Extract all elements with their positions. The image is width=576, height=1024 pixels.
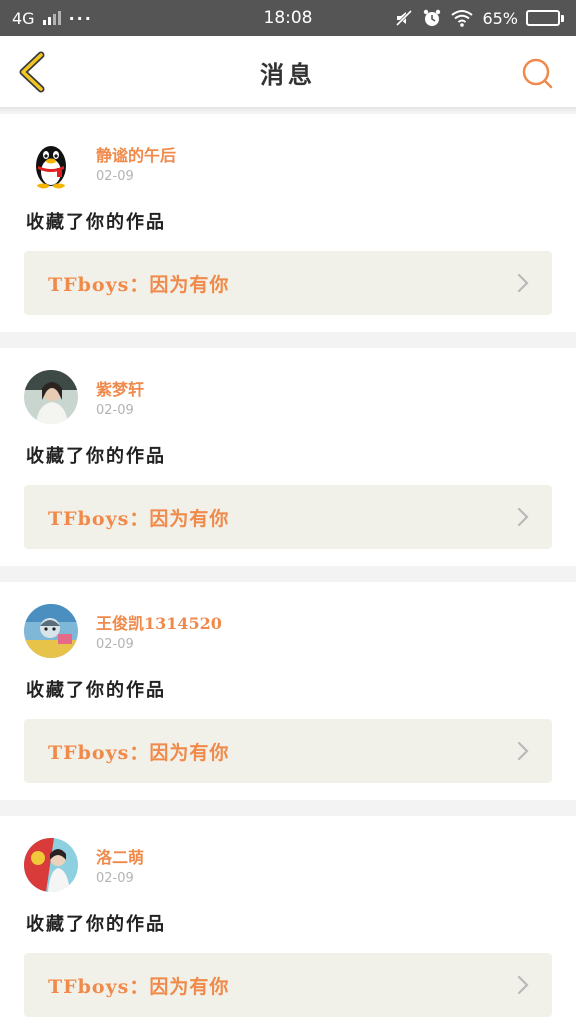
username[interactable]: 紫梦轩 [96,376,144,400]
chevron-right-icon [517,273,529,293]
chevron-right-icon [517,741,529,761]
photo-avatar[interactable] [24,838,78,892]
username[interactable]: 王俊凯1314520 [96,610,222,634]
status-bar-right: 65% [394,8,564,28]
message-date: 02-09 [96,403,134,418]
action-text: 收藏了你的作品 [26,680,166,701]
work-link[interactable]: TFboys：因为有你 [24,251,552,315]
photo-avatar[interactable] [24,370,78,424]
alarm-icon [424,9,441,26]
status-bar: 4G ··· 18:08 65% [0,0,576,36]
nav-bar: 消息 [0,36,576,108]
work-title: TFboys：因为有你 [48,741,230,764]
work-title: TFboys：因为有你 [48,975,230,998]
qq-penguin-avatar[interactable] [24,136,78,190]
battery-icon [526,10,564,26]
work-title: TFboys：因为有你 [48,273,230,296]
chevron-right-icon [517,975,529,995]
more-notifications-icon: ··· [68,8,93,28]
message-date: 02-09 [96,871,134,886]
work-link[interactable]: TFboys：因为有你 [24,953,552,1017]
message-card: 静谧的午后 02-09 收藏了你的作品 TFboys：因为有你 [0,114,576,332]
work-link[interactable]: TFboys：因为有你 [24,485,552,549]
work-title: TFboys：因为有你 [48,507,230,530]
action-text: 收藏了你的作品 [26,914,166,935]
action-text: 收藏了你的作品 [26,446,166,467]
photo-avatar[interactable] [24,604,78,658]
search-button[interactable] [518,54,556,92]
wifi-icon [451,10,474,27]
network-type: 4G [12,8,35,28]
page-title: 消息 [260,59,316,89]
username[interactable]: 洛二萌 [96,844,144,868]
action-text: 收藏了你的作品 [26,212,166,233]
username[interactable]: 静谧的午后 [96,142,176,166]
message-list: 静谧的午后 02-09 收藏了你的作品 TFboys：因为有你 紫梦轩 02-0… [0,114,576,1024]
battery-percent: 65% [482,8,518,28]
mute-icon [396,9,413,27]
work-link[interactable]: TFboys：因为有你 [24,719,552,783]
signal-icon [42,11,61,25]
message-card: 紫梦轩 02-09 收藏了你的作品 TFboys：因为有你 [0,348,576,566]
message-date: 02-09 [96,637,134,652]
search-icon [522,58,553,89]
chevron-right-icon [517,507,529,527]
message-card: 洛二萌 02-09 收藏了你的作品 TFboys：因为有你 [0,816,576,1024]
message-card: 王俊凯1314520 02-09 收藏了你的作品 TFboys：因为有你 [0,582,576,800]
status-bar-left: 4G ··· [12,9,93,28]
message-date: 02-09 [96,169,134,184]
